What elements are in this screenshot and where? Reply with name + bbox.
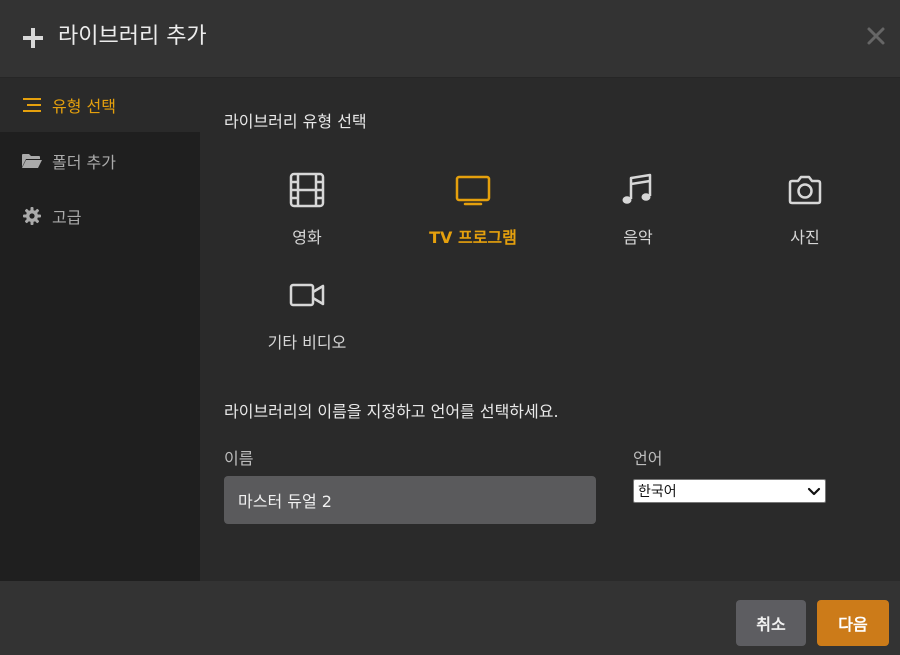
type-other-videos[interactable]: 기타 비디오 <box>227 275 387 353</box>
list-icon <box>22 95 42 115</box>
music-icon <box>622 173 652 204</box>
tv-icon <box>455 175 491 206</box>
main-content: 라이브러리 유형 선택 영화 TV 프로그램 음악 사진 기타 비디오 라이브러… <box>200 78 900 581</box>
type-label: 기타 비디오 <box>267 333 347 352</box>
language-select-value: 한국어 <box>638 484 677 500</box>
library-name-input[interactable] <box>224 476 596 524</box>
dialog-footer: 취소 다음 <box>0 581 900 655</box>
sidebar-item-label: 고급 <box>52 208 82 227</box>
type-photos[interactable]: 사진 <box>725 170 885 248</box>
name-language-description: 라이브러리의 이름을 지정하고 언어를 선택하세요. <box>224 402 559 421</box>
language-label: 언어 <box>633 449 663 468</box>
type-label: 사진 <box>790 228 820 247</box>
plus-icon <box>23 28 43 48</box>
section-title: 라이브러리 유형 선택 <box>224 112 367 131</box>
gear-icon <box>22 206 42 226</box>
sidebar-item-select-type[interactable]: 유형 선택 <box>0 78 200 132</box>
sidebar-item-label: 폴더 추가 <box>52 153 116 172</box>
name-label: 이름 <box>224 449 254 468</box>
sidebar-item-advanced[interactable]: 고급 <box>0 189 200 243</box>
sidebar-item-add-folder[interactable]: 폴더 추가 <box>0 134 200 188</box>
language-select[interactable]: 한국어 <box>633 479 826 503</box>
dialog-header: 라이브러리 추가 <box>0 0 900 78</box>
camera-icon <box>788 175 822 205</box>
folder-icon <box>22 151 42 171</box>
type-music[interactable]: 음악 <box>558 170 718 248</box>
sidebar-item-label: 유형 선택 <box>52 97 116 116</box>
close-icon[interactable] <box>864 24 888 48</box>
type-label: 음악 <box>623 228 653 247</box>
film-icon <box>289 172 325 208</box>
video-camera-icon <box>289 283 325 307</box>
cancel-button[interactable]: 취소 <box>736 600 806 646</box>
type-label: 영화 <box>292 228 322 247</box>
sidebar: 유형 선택 폴더 추가 고급 <box>0 78 200 581</box>
dialog-title: 라이브러리 추가 <box>58 24 207 49</box>
type-tv-shows[interactable]: TV 프로그램 <box>393 170 553 248</box>
chevron-down-icon <box>807 487 821 496</box>
type-label: TV 프로그램 <box>429 228 517 247</box>
type-movies[interactable]: 영화 <box>227 170 387 248</box>
next-button[interactable]: 다음 <box>817 600 889 646</box>
